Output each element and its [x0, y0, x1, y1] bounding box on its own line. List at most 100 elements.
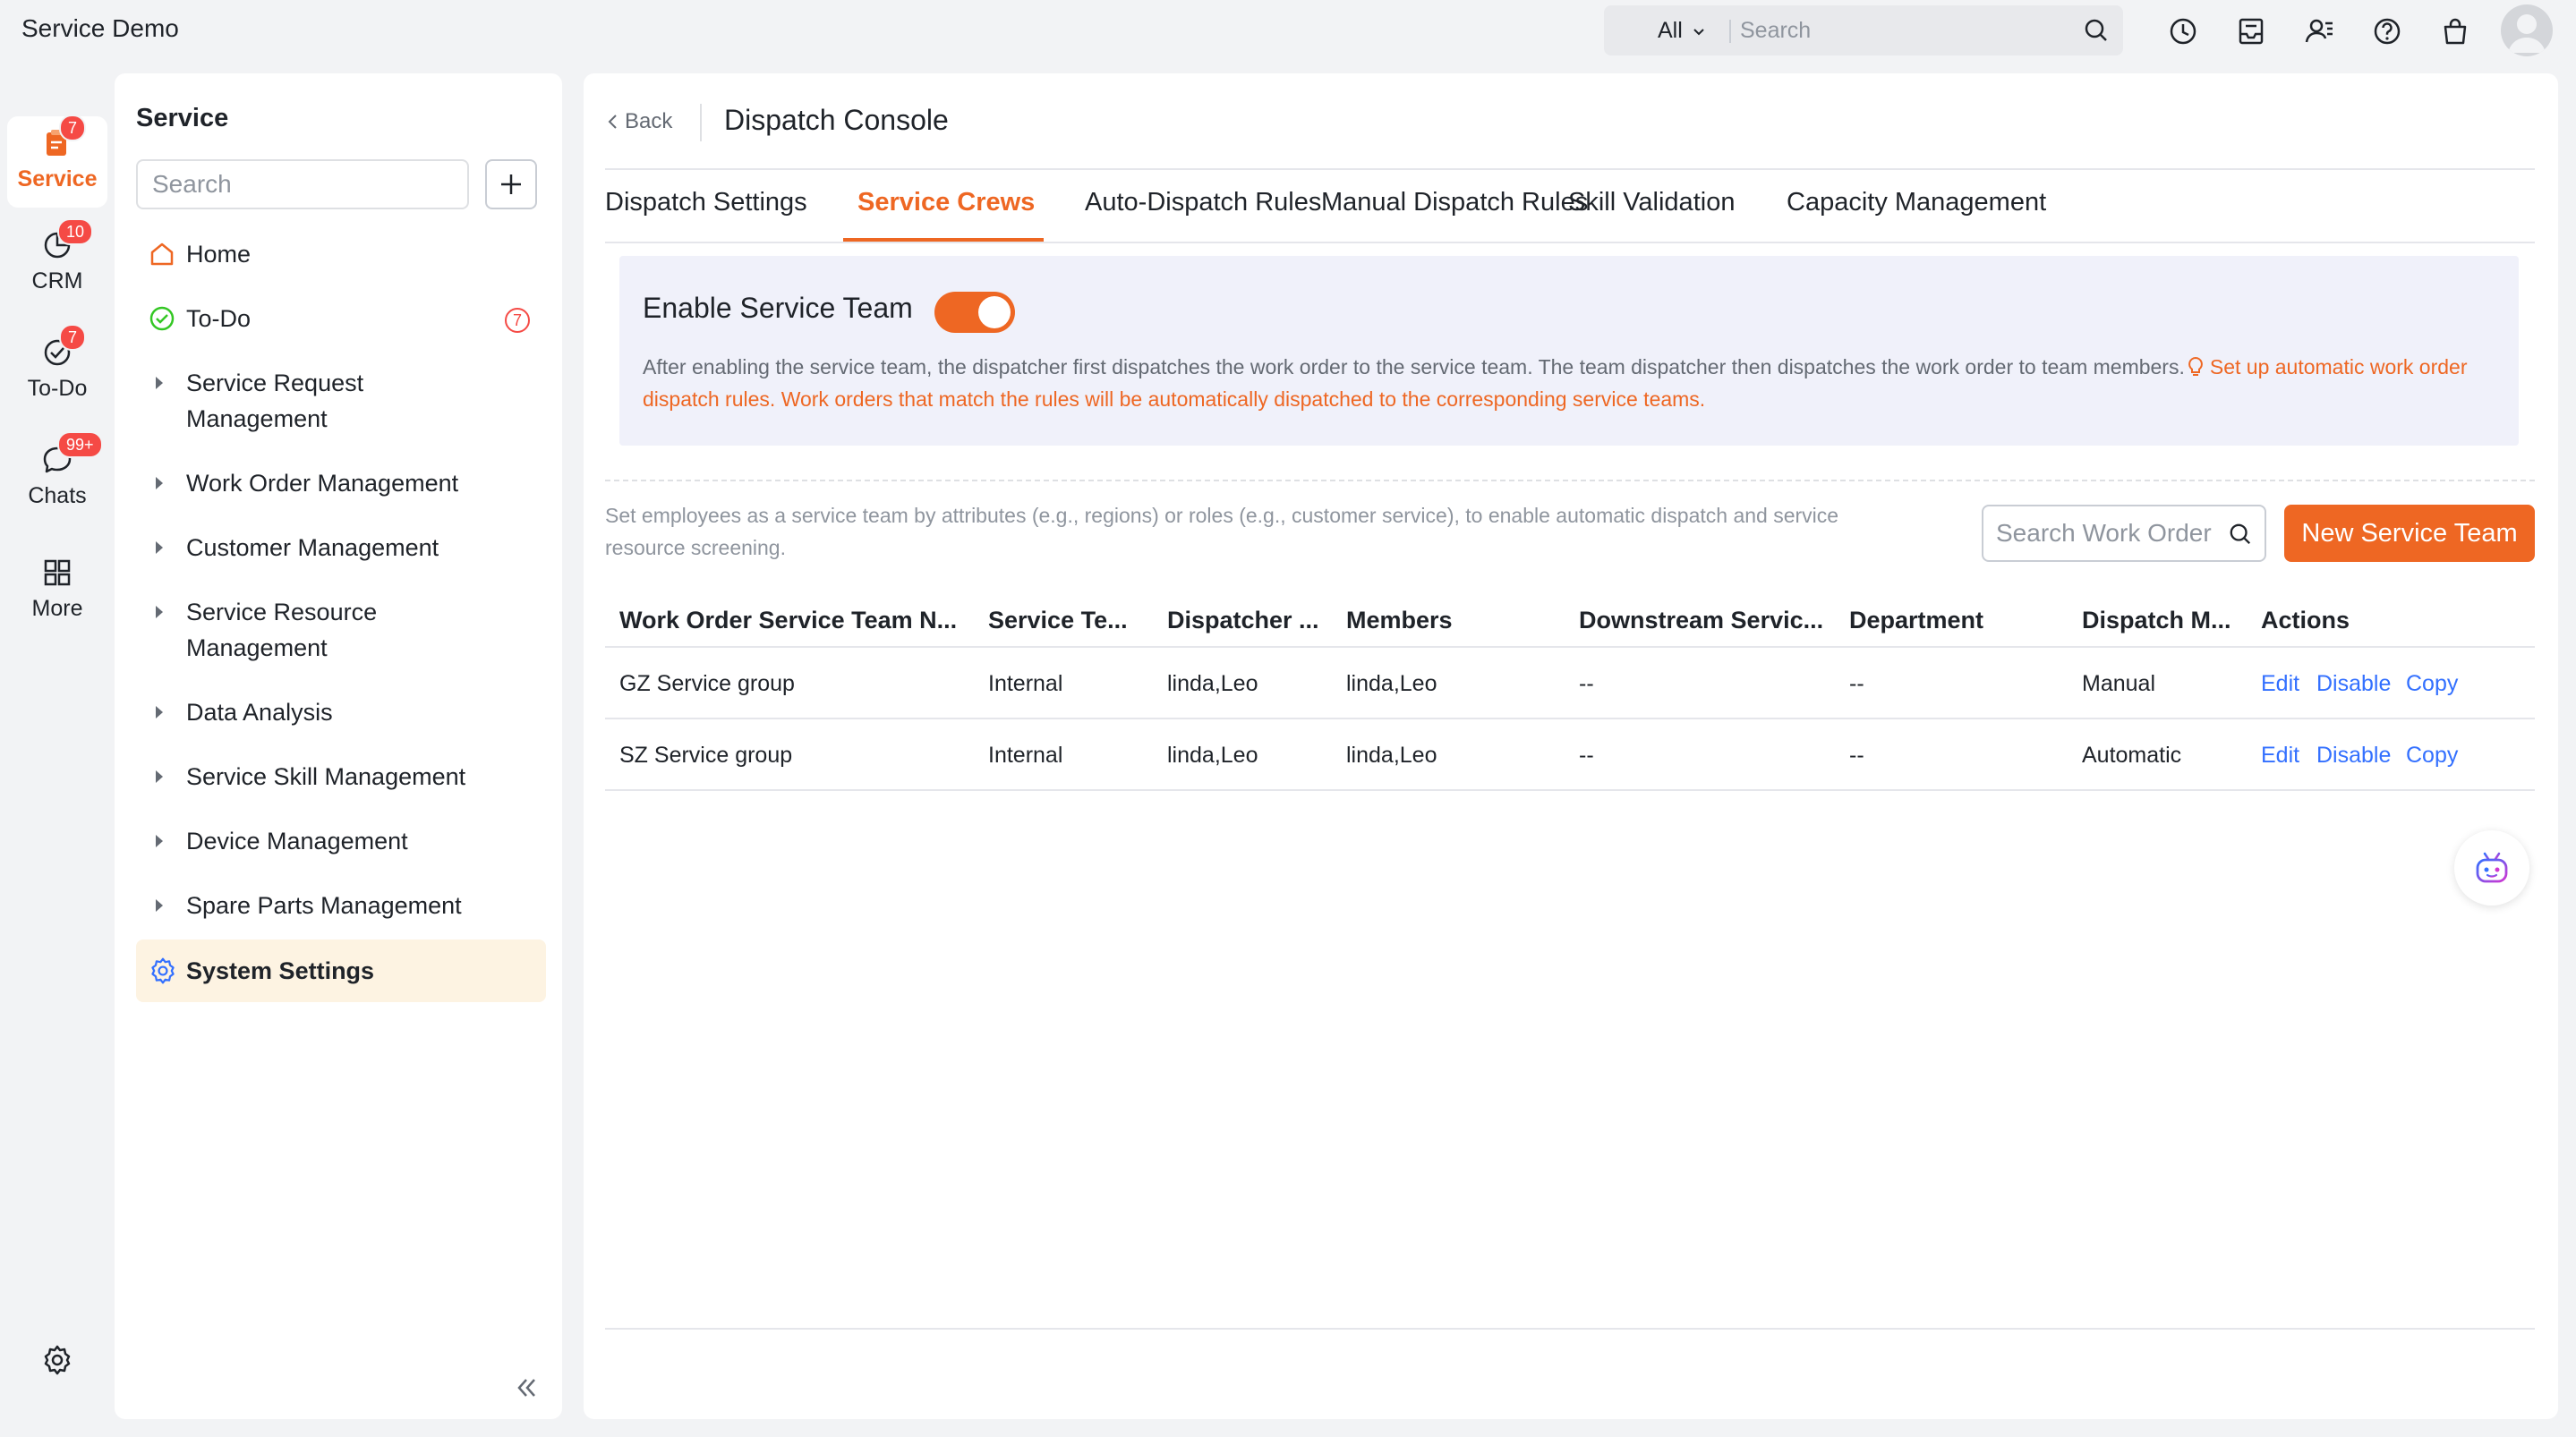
- column-header: Department: [1849, 607, 1984, 633]
- add-button[interactable]: [485, 159, 537, 209]
- table-row: GZ Service group Internal linda,Leo lind…: [605, 648, 2535, 719]
- chevron-left-icon: [608, 115, 617, 129]
- search-icon[interactable]: [2229, 523, 2252, 546]
- sidebar-item-service-resource-management[interactable]: Service Resource Management: [136, 594, 546, 666]
- store-icon[interactable]: [2440, 16, 2470, 47]
- search-divider: [1729, 20, 1731, 43]
- inbox-icon[interactable]: [2236, 16, 2266, 47]
- service-icon: 7: [41, 115, 87, 159]
- edit-link[interactable]: Edit: [2261, 743, 2299, 769]
- tab-capacity-management[interactable]: Capacity Management: [1787, 188, 2046, 217]
- sidebar-item-label: Home: [186, 241, 252, 268]
- sidebar-item-home[interactable]: Home: [136, 236, 546, 272]
- sidebar-item-label: To-Do: [186, 305, 252, 332]
- team-name-cell: SZ Service group: [619, 743, 793, 768]
- members-cell: linda,Leo: [1346, 671, 1437, 696]
- rail-label: To-Do: [27, 376, 88, 401]
- rail-badge: 7: [59, 324, 87, 351]
- caret-right-icon: [156, 770, 163, 783]
- crm-icon: 10: [41, 218, 94, 261]
- tab-auto-dispatch-rules[interactable]: Auto-Dispatch Rules: [1085, 188, 1321, 217]
- sidebar-item-todo[interactable]: To-Do 7: [136, 301, 546, 336]
- enable-service-team-card: Enable Service Team After enabling the s…: [619, 256, 2519, 446]
- column-header: Members: [1346, 607, 1453, 633]
- collapse-sidebar-icon[interactable]: [516, 1376, 539, 1399]
- rail-badge: 99+: [57, 431, 103, 458]
- chevron-down-icon: [1693, 28, 1704, 35]
- main-content: Back Dispatch Console Dispatch Settings …: [584, 73, 2558, 1419]
- enable-service-team-title: Enable Service Team: [643, 292, 913, 324]
- tab-dispatch-settings[interactable]: Dispatch Settings: [605, 188, 807, 217]
- tab-skill-validation[interactable]: Skill Validation: [1568, 188, 1735, 217]
- sidebar-item-label: Device Management: [186, 828, 408, 855]
- edit-link[interactable]: Edit: [2261, 671, 2299, 697]
- column-header: Dispatch M...: [2082, 607, 2231, 633]
- search-icon[interactable]: [2084, 18, 2109, 43]
- sidebar-item-device-management[interactable]: Device Management: [136, 823, 546, 859]
- search-scope-dropdown[interactable]: All: [1658, 18, 1706, 44]
- sidebar-item-spare-parts-management[interactable]: Spare Parts Management: [136, 888, 546, 923]
- gear-icon[interactable]: [41, 1344, 73, 1376]
- enable-service-team-toggle[interactable]: [934, 292, 1015, 333]
- caret-right-icon: [156, 835, 163, 847]
- app-title: Service Demo: [21, 14, 179, 42]
- service-team-hint: Set employees as a service team by attri…: [605, 504, 1839, 559]
- contacts-icon[interactable]: [2304, 16, 2334, 47]
- enable-description-text: After enabling the service team, the dis…: [643, 355, 2185, 378]
- rail-badge: 10: [57, 218, 94, 245]
- dispatcher-cell: linda,Leo: [1167, 671, 1258, 696]
- service-team-table: Work Order Service Team N... Service Te.…: [605, 587, 2535, 791]
- avatar[interactable]: [2501, 4, 2553, 56]
- team-type-cell: Internal: [988, 743, 1063, 768]
- tab-service-crews[interactable]: Service Crews: [857, 188, 1035, 217]
- column-header: Service Te...: [988, 607, 1128, 633]
- column-header: Actions: [2261, 607, 2350, 633]
- rail-label: Service: [17, 166, 98, 191]
- disable-link[interactable]: Disable: [2316, 743, 2391, 769]
- service-sidebar: Service Home To-Do 7 Service Request Man…: [115, 73, 562, 1419]
- dispatcher-cell: linda,Leo: [1167, 743, 1258, 768]
- rail-item-service[interactable]: 7 Service: [7, 115, 107, 208]
- rail-item-crm[interactable]: 10 CRM: [7, 218, 107, 294]
- dispatch-mode-cell: Manual: [2082, 671, 2155, 696]
- rail-item-todo[interactable]: 7 To-Do: [7, 324, 107, 402]
- team-name-cell: GZ Service group: [619, 671, 795, 696]
- robot-icon: [2476, 852, 2508, 883]
- copy-link[interactable]: Copy: [2406, 671, 2458, 697]
- global-search[interactable]: All: [1604, 5, 2123, 55]
- tab-manual-dispatch-rules[interactable]: Manual Dispatch Rules: [1321, 188, 1588, 217]
- sidebar-item-data-analysis[interactable]: Data Analysis: [136, 694, 546, 730]
- sidebar-item-work-order-management[interactable]: Work Order Management: [136, 465, 546, 501]
- title-divider: [700, 104, 702, 141]
- gear-icon: [151, 957, 175, 984]
- help-icon[interactable]: [2372, 16, 2402, 47]
- sidebar-item-service-request-management[interactable]: Service Request Management: [136, 365, 546, 437]
- copy-link[interactable]: Copy: [2406, 743, 2458, 769]
- work-order-search-input[interactable]: [1996, 515, 2220, 551]
- department-cell: --: [1849, 743, 1864, 768]
- chat-icon: 99+: [41, 431, 103, 476]
- department-cell: --: [1849, 671, 1864, 696]
- work-order-search[interactable]: [1982, 505, 2266, 562]
- lightbulb-icon: [2188, 356, 2203, 376]
- disable-link[interactable]: Disable: [2316, 671, 2391, 697]
- sidebar-search-input[interactable]: [136, 159, 469, 209]
- plus-icon: [501, 174, 521, 194]
- back-button[interactable]: Back: [607, 109, 672, 134]
- column-header: Downstream Servic...: [1579, 607, 1824, 633]
- sidebar-item-service-skill-management[interactable]: Service Skill Management: [136, 759, 546, 795]
- sidebar-item-customer-management[interactable]: Customer Management: [136, 530, 546, 565]
- new-service-team-button[interactable]: New Service Team: [2284, 505, 2535, 562]
- assistant-bot-button[interactable]: [2454, 830, 2529, 906]
- sidebar-item-system-settings[interactable]: System Settings: [136, 940, 546, 1002]
- tab-bar: Dispatch Settings Service Crews Auto-Dis…: [605, 168, 2535, 243]
- caret-right-icon: [156, 899, 163, 912]
- sidebar-item-label: Customer Management: [186, 534, 439, 561]
- sidebar-title: Service: [136, 104, 229, 132]
- history-icon[interactable]: [2168, 16, 2198, 47]
- caret-right-icon: [156, 477, 163, 489]
- page-title: Dispatch Console: [724, 104, 949, 136]
- global-search-input[interactable]: [1740, 13, 2062, 48]
- rail-item-chats[interactable]: 99+ Chats: [7, 431, 107, 509]
- rail-item-more[interactable]: More: [7, 557, 107, 622]
